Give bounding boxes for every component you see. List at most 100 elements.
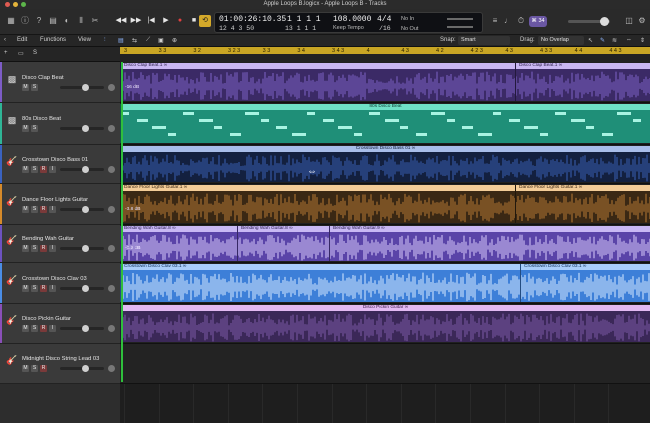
solo-button[interactable]: S <box>31 245 38 252</box>
record-enable-button[interactable]: R <box>40 245 47 252</box>
pan-knob[interactable] <box>108 284 115 292</box>
solo-button[interactable]: S <box>31 325 38 332</box>
rewind-button[interactable]: ◀◀ <box>115 15 127 27</box>
back-icon[interactable]: ‹ <box>4 37 6 43</box>
groove-icon[interactable]: ▣ <box>158 37 164 44</box>
toolbar-icon[interactable]: ▤ <box>48 16 58 26</box>
track-volume-slider[interactable] <box>60 245 104 252</box>
track-header[interactable]: 🎸 Crosstown Disco Clav 03 M S R I <box>0 263 120 304</box>
track-volume-knob[interactable] <box>82 165 89 173</box>
input-monitor-button[interactable]: I <box>49 325 56 332</box>
solo-button[interactable]: S <box>31 365 38 372</box>
solo-button[interactable]: S <box>31 284 38 292</box>
global-tracks-icon[interactable]: S <box>33 50 37 56</box>
audio-region[interactable]: Crosstown Disco Clav 03.1 ∞ <box>520 264 650 302</box>
mute-button[interactable]: M <box>22 325 29 332</box>
track-header[interactable]: 🎸 Crosstown Disco Bass 01 M S R I <box>0 145 120 184</box>
track-volume-slider[interactable] <box>60 284 104 292</box>
editors-icon[interactable]: ✂ <box>90 16 100 26</box>
input-monitor-button[interactable]: I <box>49 245 56 252</box>
track-lane[interactable]: Disco Pickin Guitar ∞ <box>120 304 650 344</box>
audio-region[interactable]: Disco Pickin Guitar ∞ <box>120 305 650 342</box>
track-name[interactable]: Crosstown Disco Bass 01 <box>22 157 88 163</box>
record-enable-button[interactable]: R <box>40 284 47 292</box>
waveform-zoom-icon[interactable]: ≋ <box>612 37 617 44</box>
audio-region[interactable]: Disco Clap Beat.1 ∞ <box>515 63 650 101</box>
solo-button[interactable]: S <box>31 83 38 91</box>
add-track-icon[interactable]: + <box>4 50 8 56</box>
snap-select[interactable]: Smart <box>458 36 510 45</box>
track-volume-knob[interactable] <box>82 205 89 213</box>
pan-knob[interactable] <box>108 245 115 252</box>
functions-menu[interactable]: Functions <box>40 37 66 43</box>
track-header[interactable]: ▩ 80s Disco Beat M S <box>0 103 120 145</box>
track-name[interactable]: Disco Pickin Guitar <box>22 316 71 322</box>
master-volume-knob[interactable] <box>600 17 609 26</box>
track-volume-slider[interactable] <box>60 125 104 132</box>
track-header[interactable]: 🎸 Bending Wah Guitar M S R I <box>0 225 120 263</box>
input-monitor-button[interactable]: I <box>49 165 56 173</box>
pan-knob[interactable] <box>108 205 115 213</box>
track-header[interactable]: ▩ Disco Clap Beat M S <box>0 62 120 103</box>
audio-region[interactable]: Bending Wah Guitar.9 ∞ <box>329 226 650 261</box>
audio-region[interactable]: Bending Wah Guitar.8 ∞ -0.2 dB <box>120 226 237 261</box>
audio-region[interactable]: Crosstown Disco Bass 01 ∞ <box>120 146 650 182</box>
pan-knob[interactable] <box>108 125 115 132</box>
master-badge[interactable]: ⌘ 34 <box>529 16 547 27</box>
metronome-icon[interactable]: ⏱ <box>516 16 526 26</box>
list-editors-icon[interactable]: ≡ <box>490 16 500 26</box>
track-lane[interactable]: Disco Clap Beat.1 ∞ -16 dB Disco Clap Beat… <box>120 62 650 103</box>
track-volume-knob[interactable] <box>82 284 89 292</box>
track-volume-slider[interactable] <box>60 165 104 173</box>
vertical-zoom-icon[interactable]: ⇕ <box>640 37 645 44</box>
mute-button[interactable]: M <box>22 205 29 213</box>
playhead[interactable] <box>121 62 123 382</box>
record-button[interactable]: ● <box>174 15 186 27</box>
audio-region[interactable]: Crosstown Disco Clav 03.1 ∞ <box>120 264 520 302</box>
pan-knob[interactable] <box>108 165 115 173</box>
track-volume-slider[interactable] <box>60 365 104 372</box>
solo-button[interactable]: S <box>31 165 38 173</box>
play-button[interactable]: ▶ <box>160 15 172 27</box>
track-lane[interactable]: Crosstown Disco Clav 03.1 ∞ Crosstown Dis… <box>120 263 650 304</box>
help-icon[interactable]: ? <box>34 16 44 26</box>
fast-forward-button[interactable]: ▶▶ <box>130 15 142 27</box>
inspector-icon[interactable]: ⓘ <box>20 16 30 26</box>
flex-icon[interactable]: ⇆ <box>132 37 137 44</box>
mute-button[interactable]: M <box>22 365 29 372</box>
mute-button[interactable]: M <box>22 165 29 173</box>
track-lane[interactable]: Crosstown Disco Bass 01 ∞ <box>120 145 650 184</box>
go-to-start-button[interactable]: |◀ <box>145 15 157 27</box>
pan-knob[interactable] <box>108 325 115 332</box>
track-header[interactable]: 🎸 Disco Pickin Guitar M S R I <box>0 304 120 344</box>
input-monitor-button[interactable]: I <box>49 284 56 292</box>
audio-region[interactable]: Dance Floor Lights Guitar.1 ∞ -3.8 dB <box>120 185 515 223</box>
horizontal-zoom-icon[interactable]: ⇔ <box>626 37 632 43</box>
track-lane[interactable]: Dance Floor Lights Guitar.1 ∞ -3.8 dB Danc… <box>120 184 650 225</box>
loop-browser-icon[interactable]: ⚙ <box>637 16 647 26</box>
track-name[interactable]: Dance Floor Lights Guitar <box>22 197 88 203</box>
lcd-display[interactable]: 01:00:26:10.35 12 4 3 50 1 1 1 1 13 1 1 … <box>214 12 483 33</box>
edit-menu[interactable]: Edit <box>17 37 27 43</box>
track-name[interactable]: Crosstown Disco Clav 03 <box>22 276 87 282</box>
audio-region[interactable]: 80s Disco Beat <box>120 104 650 143</box>
solo-button[interactable]: S <box>31 125 38 132</box>
mute-button[interactable]: M <box>22 83 29 91</box>
pan-knob[interactable] <box>108 83 115 91</box>
pan-knob[interactable] <box>108 365 115 372</box>
track-lane[interactable] <box>120 344 650 384</box>
record-enable-button[interactable]: R <box>40 325 47 332</box>
list-view-icon[interactable]: ▤ <box>118 37 124 44</box>
track-volume-knob[interactable] <box>82 125 89 132</box>
track-lane[interactable]: Bending Wah Guitar.8 ∞ -0.2 dB Bending Wah… <box>120 225 650 263</box>
input-monitor-button[interactable]: I <box>49 205 56 213</box>
smart-controls-icon[interactable]: ◐ <box>62 16 72 26</box>
bar-ruler[interactable]: 3 3 3 3 2 3 2 3 3 3 3 4 3 4 3 4 4 3 4 2 4 2 3 4 3 4 … <box>120 47 650 62</box>
track-name[interactable]: 80s Disco Beat <box>22 116 61 122</box>
record-enable-button[interactable]: R <box>40 165 47 173</box>
mute-button[interactable]: M <box>22 125 29 132</box>
record-enable-button[interactable]: R <box>40 205 47 213</box>
track-volume-knob[interactable] <box>82 83 89 91</box>
record-enable-button[interactable]: R <box>40 365 47 372</box>
track-volume-slider[interactable] <box>60 325 104 332</box>
